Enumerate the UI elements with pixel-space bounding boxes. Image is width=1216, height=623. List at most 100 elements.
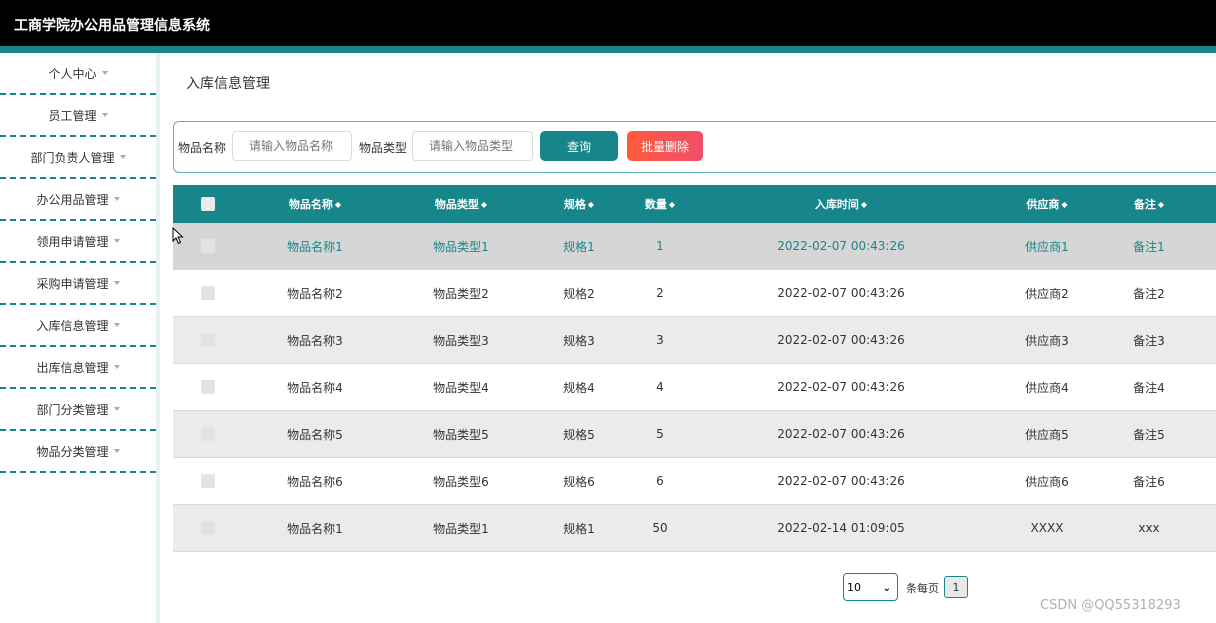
row-checkbox[interactable] [201, 474, 215, 488]
cell-name: 物品名称1 [287, 521, 343, 536]
row-checkbox[interactable] [201, 427, 215, 441]
caret-down-icon [119, 155, 126, 159]
table-row[interactable]: 物品名称1 物品类型1 规格1 1 2022-02-07 00:43:26 供应… [173, 223, 1216, 270]
app-title: 工商学院办公用品管理信息系统 [14, 18, 210, 34]
cell-time: 2022-02-07 00:43:26 [777, 474, 905, 488]
cell-qty: 2 [656, 286, 664, 300]
query-button[interactable]: 查询 [540, 131, 618, 161]
sort-icon: ◆ [668, 199, 676, 209]
column-header-supplier[interactable]: 供应商 ◆ [1002, 185, 1092, 223]
cell-name: 物品名称1 [287, 239, 343, 254]
row-checkbox[interactable] [201, 333, 215, 347]
sort-icon: ◆ [587, 199, 595, 209]
page-size-select[interactable]: 10 ⌄ [843, 573, 898, 601]
sidebar-item-label: 部门负责人管理 [30, 150, 115, 165]
table-row[interactable]: 物品名称6 物品类型6 规格6 6 2022-02-07 00:43:26 供应… [173, 458, 1216, 505]
cell-spec: 规格2 [563, 286, 595, 301]
caret-down-icon [113, 407, 120, 411]
caret-down-icon [113, 365, 120, 369]
item-type-label: 物品类型 [359, 141, 408, 155]
sidebar-item-label: 入库信息管理 [36, 318, 109, 333]
page-title: 入库信息管理 [186, 76, 270, 92]
cell-note: 备注6 [1133, 474, 1165, 489]
sort-icon: ◆ [1061, 199, 1068, 209]
sidebar-item-item-categories[interactable]: 物品分类管理 [0, 431, 156, 473]
sidebar-item-purchase-requests[interactable]: 采购申请管理 [0, 263, 156, 305]
cell-supplier: 供应商2 [1025, 286, 1069, 301]
sort-icon: ◆ [334, 199, 342, 209]
cell-supplier: 供应商3 [1025, 333, 1069, 348]
cell-spec: 规格5 [563, 427, 595, 442]
sidebar-item-employees[interactable]: 员工管理 [0, 95, 156, 137]
column-header-qty[interactable]: 数量 ◆ [630, 185, 690, 223]
header-stripe [0, 46, 1216, 53]
sidebar-item-inbound[interactable]: 入库信息管理 [0, 305, 156, 347]
cell-time: 2022-02-07 00:43:26 [777, 333, 905, 347]
item-type-input[interactable] [412, 131, 533, 161]
cell-note: 备注1 [1133, 239, 1165, 254]
table-header: 物品名称 ◆ 物品类型 ◆ 规格 ◆ 数量 ◆ 入库时间 ◆ 供应商 ◆ 备注 ◆ [173, 185, 1216, 223]
table-row[interactable]: 物品名称5 物品类型5 规格5 5 2022-02-07 00:43:26 供应… [173, 411, 1216, 458]
cell-spec: 规格4 [563, 380, 595, 395]
sidebar-item-office-supplies[interactable]: 办公用品管理 [0, 179, 156, 221]
cell-name: 物品名称4 [287, 380, 343, 395]
cell-type: 物品类型2 [433, 286, 489, 301]
caret-down-icon [101, 71, 108, 75]
cell-qty: 3 [656, 333, 664, 347]
column-header-note[interactable]: 备注 ◆ [1114, 185, 1184, 223]
row-checkbox[interactable] [201, 239, 215, 253]
table-row[interactable]: 物品名称1 物品类型1 规格1 50 2022-02-14 01:09:05 X… [173, 505, 1216, 552]
cell-time: 2022-02-07 00:43:26 [777, 286, 905, 300]
cell-supplier: 供应商1 [1025, 239, 1069, 254]
sidebar-item-dept-heads[interactable]: 部门负责人管理 [0, 137, 156, 179]
cell-note: 备注4 [1133, 380, 1165, 395]
column-header-spec[interactable]: 规格 ◆ [549, 185, 609, 223]
cell-supplier: 供应商4 [1025, 380, 1069, 395]
column-header-name[interactable]: 物品名称 ◆ [265, 185, 365, 223]
cell-spec: 规格1 [563, 239, 595, 254]
select-all-checkbox[interactable] [201, 197, 215, 211]
caret-down-icon [113, 197, 120, 201]
cell-time: 2022-02-07 00:43:26 [777, 239, 905, 253]
column-header-type[interactable]: 物品类型 ◆ [411, 185, 511, 223]
column-header-time[interactable]: 入库时间 ◆ [753, 185, 929, 223]
cell-supplier: 供应商5 [1025, 427, 1069, 442]
top-bar: 工商学院办公用品管理信息系统 [0, 0, 1216, 46]
caret-down-icon [113, 239, 120, 243]
row-checkbox[interactable] [201, 286, 215, 300]
cell-qty: 4 [656, 380, 664, 394]
sidebar-item-personal-center[interactable]: 个人中心 [0, 53, 156, 95]
sidebar-item-label: 员工管理 [48, 108, 97, 123]
sidebar-item-requisitions[interactable]: 领用申请管理 [0, 221, 156, 263]
sidebar-item-dept-categories[interactable]: 部门分类管理 [0, 389, 156, 431]
search-panel: 物品名称 物品类型 查询 批量删除 [173, 121, 1216, 173]
sort-icon: ◆ [480, 199, 488, 209]
row-checkbox[interactable] [201, 380, 215, 394]
cell-type: 物品类型3 [433, 333, 489, 348]
sidebar-item-label: 部门分类管理 [36, 402, 109, 417]
table-row[interactable]: 物品名称2 物品类型2 规格2 2 2022-02-07 00:43:26 供应… [173, 270, 1216, 317]
sidebar: 个人中心 员工管理 部门负责人管理 办公用品管理 领用申请管理 采购申请管理 入… [0, 53, 156, 623]
table-row[interactable]: 物品名称3 物品类型3 规格3 3 2022-02-07 00:43:26 供应… [173, 317, 1216, 364]
item-name-label: 物品名称 [178, 141, 227, 155]
cell-name: 物品名称6 [287, 474, 343, 489]
cell-qty: 6 [656, 474, 664, 488]
cell-type: 物品类型4 [433, 380, 489, 395]
cell-time: 2022-02-14 01:09:05 [777, 521, 905, 535]
caret-down-icon [101, 113, 108, 117]
page-number-button[interactable]: 1 [944, 576, 968, 598]
row-checkbox[interactable] [201, 521, 215, 535]
cell-spec: 规格6 [563, 474, 595, 489]
table-row[interactable]: 物品名称4 物品类型4 规格4 4 2022-02-07 00:43:26 供应… [173, 364, 1216, 411]
cell-qty: 50 [652, 521, 668, 535]
sidebar-item-outbound[interactable]: 出库信息管理 [0, 347, 156, 389]
mouse-cursor-icon [172, 227, 184, 245]
caret-down-icon [113, 323, 120, 327]
batch-delete-button[interactable]: 批量删除 [627, 131, 703, 161]
item-name-input[interactable] [232, 131, 352, 161]
sidebar-item-label: 出库信息管理 [36, 360, 109, 375]
sidebar-item-label: 办公用品管理 [36, 192, 109, 207]
cell-spec: 规格1 [563, 521, 595, 536]
cell-spec: 规格3 [563, 333, 595, 348]
cell-name: 物品名称2 [287, 286, 343, 301]
